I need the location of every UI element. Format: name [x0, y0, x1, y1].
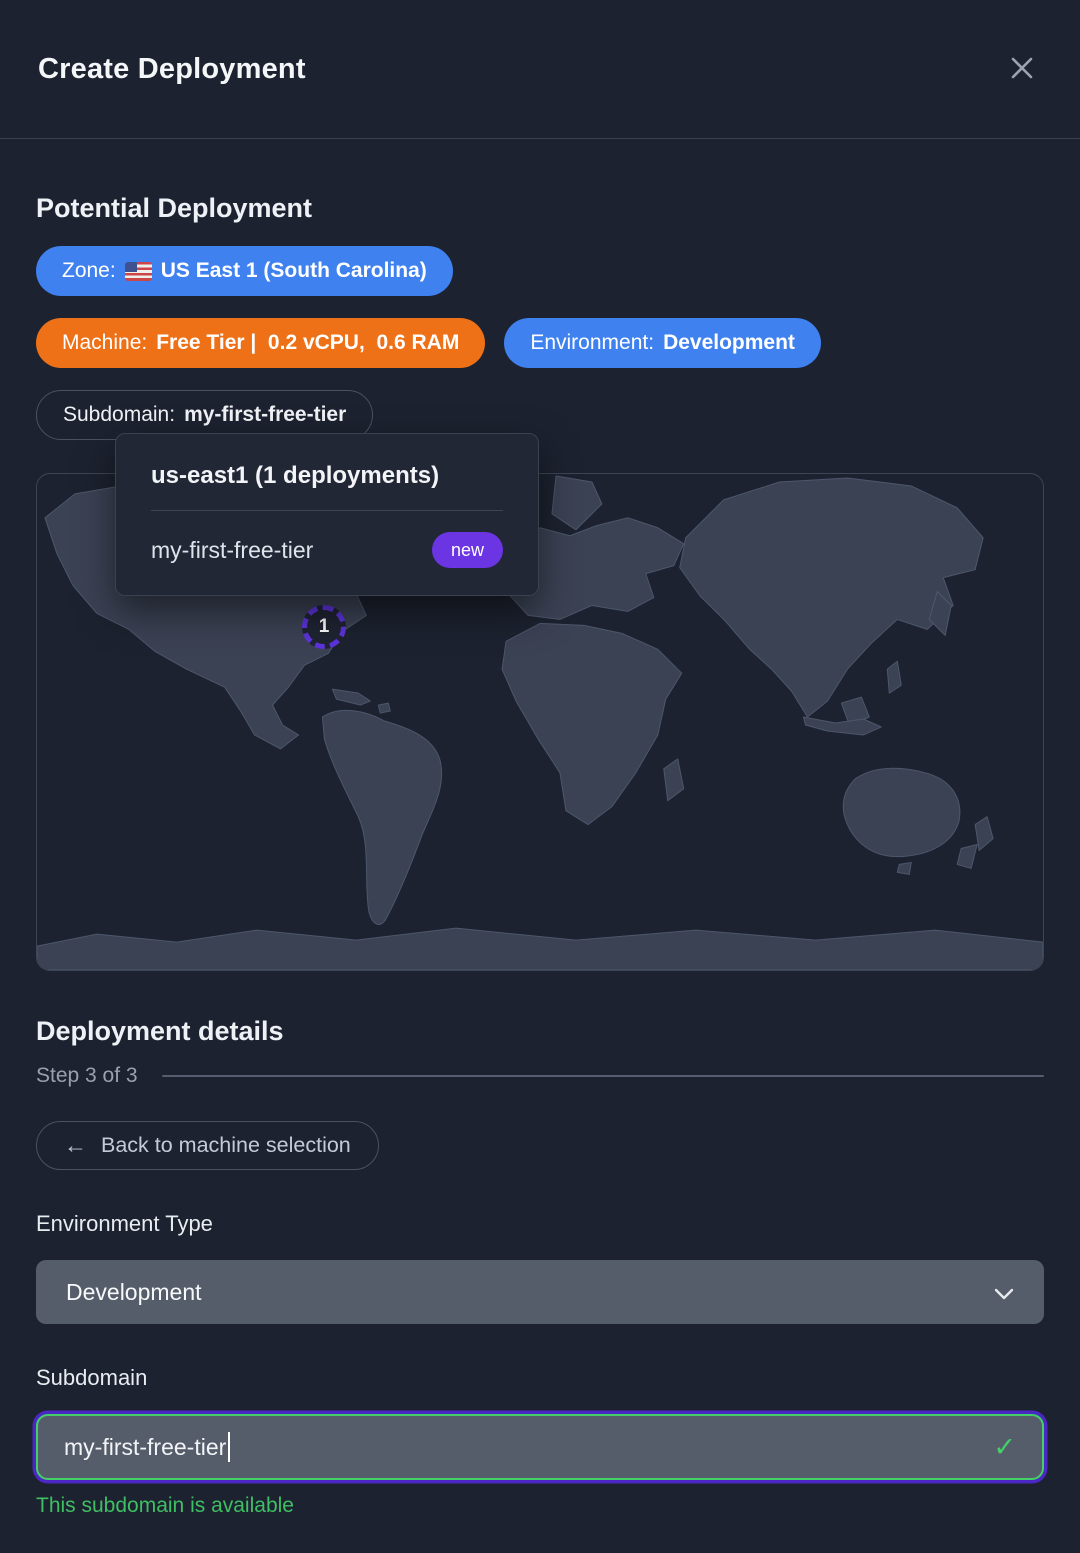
check-icon: ✓: [993, 1434, 1016, 1461]
zone-tooltip-title: us-east1 (1 deployments): [151, 462, 503, 490]
subdomain-pill-value: my-first-free-tier: [184, 403, 346, 427]
zone-tooltip: us-east1 (1 deployments) my-first-free-t…: [115, 433, 539, 596]
step-divider-line: [162, 1075, 1044, 1077]
subdomain-availability-message: This subdomain is available: [36, 1494, 1044, 1518]
step-indicator: Step 3 of 3: [36, 1064, 1044, 1088]
deployment-details-heading: Deployment details: [36, 1016, 1044, 1047]
modal-title: Create Deployment: [38, 53, 306, 86]
zone-value: US East 1 (South Carolina): [161, 259, 427, 283]
environment-pill: Environment: Development: [504, 318, 821, 368]
environment-label: Environment:: [530, 331, 654, 355]
arrow-left-icon: ←: [64, 1134, 87, 1157]
pill-row-zone: Zone: US East 1 (South Carolina): [36, 246, 1044, 296]
tooltip-deployment-row[interactable]: my-first-free-tier new: [151, 532, 503, 568]
zone-pill: Zone: US East 1 (South Carolina): [36, 246, 453, 296]
potential-deployment-heading: Potential Deployment: [36, 193, 1044, 224]
modal-header: Create Deployment: [0, 0, 1080, 139]
tooltip-divider: [151, 510, 503, 511]
step-label: Step 3 of 3: [36, 1064, 138, 1088]
create-deployment-modal: Create Deployment Potential Deployment Z…: [0, 0, 1080, 1553]
environment-type-label: Environment Type: [36, 1211, 1044, 1237]
environment-type-select[interactable]: Development: [36, 1260, 1044, 1324]
new-badge: new: [432, 532, 503, 568]
subdomain-input[interactable]: my-first-free-tier ✓: [36, 1414, 1044, 1480]
zone-marker[interactable]: 1: [302, 605, 346, 649]
back-to-machine-selection-button[interactable]: ← Back to machine selection: [36, 1121, 379, 1170]
environment-type-selected-value: Development: [66, 1279, 202, 1306]
tooltip-deployment-name: my-first-free-tier: [151, 537, 313, 564]
subdomain-pill-label: Subdomain:: [63, 403, 175, 427]
subdomain-label: Subdomain: [36, 1365, 1044, 1391]
close-icon: [1009, 55, 1035, 84]
machine-value: Free Tier | 0.2 vCPU, 0.6 RAM: [156, 331, 459, 355]
close-button[interactable]: [1002, 49, 1042, 89]
back-button-label: Back to machine selection: [101, 1133, 351, 1158]
pill-row-machine-env: Machine: Free Tier | 0.2 vCPU, 0.6 RAM E…: [36, 318, 1044, 368]
us-flag-icon: [125, 262, 152, 281]
zone-marker-count: 1: [319, 616, 330, 638]
subdomain-input-value: my-first-free-tier: [64, 1434, 226, 1461]
zone-label: Zone:: [62, 259, 116, 283]
text-caret: [228, 1432, 230, 1462]
environment-value: Development: [663, 331, 795, 355]
modal-content: Potential Deployment Zone: US East 1 (So…: [0, 193, 1080, 1518]
chevron-down-icon: [994, 1279, 1014, 1306]
machine-label: Machine:: [62, 331, 147, 355]
machine-pill: Machine: Free Tier | 0.2 vCPU, 0.6 RAM: [36, 318, 485, 368]
